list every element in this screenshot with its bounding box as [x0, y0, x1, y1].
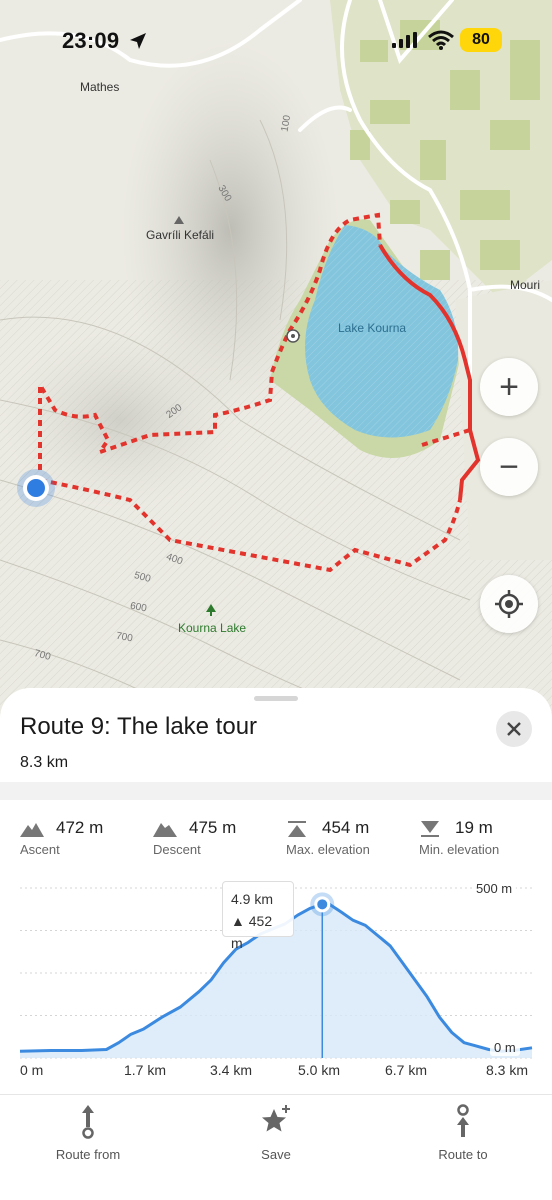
- y-axis-min-label: 0 m: [490, 1039, 520, 1056]
- route-from-label: Route from: [55, 1147, 121, 1162]
- marker-ring: [317, 899, 328, 910]
- min-elevation-icon: [421, 821, 439, 837]
- locate-me-button[interactable]: [480, 575, 538, 633]
- route-to-button[interactable]: Route to: [393, 1103, 533, 1162]
- stat-value: 475 m: [189, 818, 237, 837]
- stat-label: Max. elevation: [286, 842, 370, 857]
- x-axis-label: 3.4 km: [210, 1062, 253, 1078]
- x-axis-label: 1.7 km: [124, 1062, 167, 1078]
- route-from-button[interactable]: Route from: [18, 1103, 158, 1162]
- zoom-in-button[interactable]: +: [480, 358, 538, 416]
- wifi-icon: [428, 30, 454, 50]
- stat-label: Ascent: [20, 842, 60, 857]
- peak-icon: [174, 216, 184, 224]
- minus-icon: −: [499, 448, 519, 486]
- clock: 23:09: [62, 28, 120, 53]
- tooltip-elevation: ▲ 452 m: [231, 913, 273, 951]
- stat-label: Descent: [153, 842, 201, 857]
- save-label: Save: [261, 1147, 291, 1162]
- save-button[interactable]: Save: [206, 1103, 346, 1162]
- place-label-mathes: Mathes: [80, 80, 120, 94]
- place-label-lake: Lake Kourna: [338, 321, 407, 335]
- route-title: Route 9: The lake tour: [20, 713, 258, 740]
- stat-value: 454 m: [322, 818, 370, 837]
- stat-value: 472 m: [56, 818, 104, 837]
- y-axis-max-label: 500 m: [472, 880, 517, 897]
- descent-icon: [153, 823, 177, 837]
- plus-icon: +: [499, 368, 519, 406]
- route-to-label: Route to: [438, 1147, 488, 1162]
- x-axis-label: 0 m: [20, 1062, 44, 1078]
- tooltip-distance: 4.9 km: [231, 891, 274, 907]
- route-distance: 8.3 km: [20, 754, 69, 771]
- section-divider: [0, 782, 552, 800]
- map-canvas[interactable]: [0, 0, 552, 720]
- crosshair-icon: [495, 590, 523, 618]
- tree-icon: [206, 604, 216, 616]
- zoom-out-button[interactable]: −: [480, 438, 538, 496]
- save-star-icon: [262, 1105, 290, 1132]
- sheet-grabber[interactable]: [254, 696, 298, 701]
- battery-indicator: 80: [460, 28, 502, 52]
- x-axis-label: 8.3 km: [486, 1062, 529, 1078]
- bottom-action-bar: Route from Save Route to: [0, 1094, 552, 1200]
- place-label-gavrili: Gavríli Kefáli: [146, 228, 215, 242]
- cellular-signal-icon: [392, 32, 417, 48]
- close-button[interactable]: [496, 711, 532, 747]
- stat-label: Min. elevation: [419, 842, 500, 857]
- place-label-mouri: Mouri: [510, 278, 541, 292]
- location-arrow-icon: [130, 33, 146, 49]
- x-axis-label: 5.0 km: [298, 1062, 341, 1078]
- status-bar: 23:09 80: [0, 26, 552, 56]
- place-label-kourna-lake: Kourna Lake: [178, 621, 247, 635]
- x-axis-label: 6.7 km: [385, 1062, 428, 1078]
- profile-tooltip: 4.9 km ▲ 452 m: [222, 881, 294, 951]
- close-icon: [507, 722, 521, 736]
- route-from-icon: [82, 1105, 94, 1139]
- map-view[interactable]: 23:09 80 Mathes Gavríli Kefáli Lake Kour…: [0, 0, 552, 720]
- current-location-marker[interactable]: [16, 468, 56, 508]
- viewpoint-icon: [286, 329, 300, 343]
- ascent-icon: [20, 823, 44, 837]
- route-to-icon: [457, 1104, 469, 1137]
- max-elevation-icon: [288, 821, 306, 837]
- position-marker-dot[interactable]: [310, 892, 335, 917]
- stat-value: 19 m: [455, 818, 493, 837]
